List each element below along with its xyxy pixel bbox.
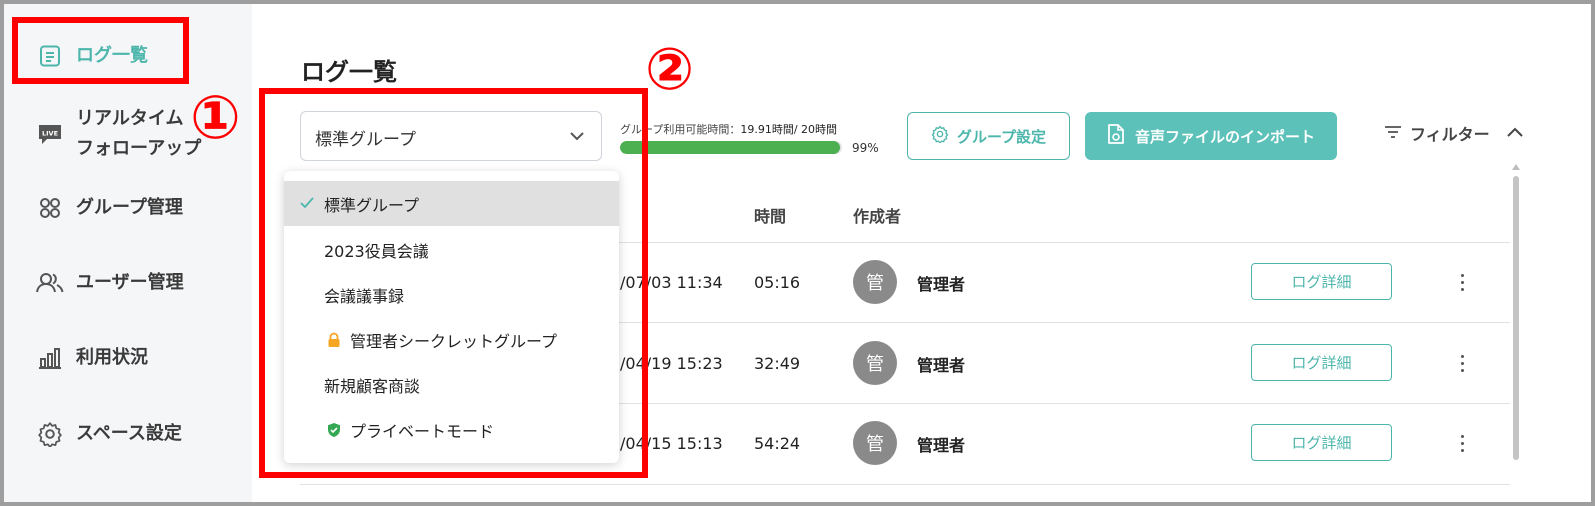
dropdown-item-meeting-minutes[interactable]: 会議議事録	[284, 272, 619, 317]
dropdown-item-standard-group[interactable]: 標準グループ	[284, 181, 619, 226]
row-author: 管理者	[917, 436, 966, 455]
sidebar-item-label: ユーザー管理	[76, 272, 184, 293]
dropdown-item-label: プライベートモード	[350, 421, 495, 441]
dropdown-item-label: 管理者シークレットグループ	[350, 331, 558, 351]
usage-progress-fill	[620, 141, 840, 154]
row-date: /04/19 15:23	[620, 354, 723, 373]
dropdown-item-private-mode[interactable]: プライベートモード	[284, 407, 619, 452]
filter-toggle[interactable]: フィルター	[1384, 120, 1524, 146]
scroll-up-icon	[1512, 164, 1520, 170]
users-icon	[36, 269, 64, 297]
svg-text:LIVE: LIVE	[42, 130, 58, 138]
usage-percent: 99%	[852, 141, 879, 155]
group-dropdown-menu: 標準グループ 2023役員会議 会議議事録 管理者シークレットグループ 新規顧客…	[284, 171, 619, 463]
sidebar-item-label: グループ管理	[76, 197, 183, 218]
sidebar-item-label: 利用状況	[76, 347, 148, 368]
filter-label: フィルター	[1410, 125, 1490, 144]
sidebar-item-user-management[interactable]: ユーザー管理	[4, 253, 252, 313]
grid-icon	[36, 194, 64, 222]
document-list-icon	[36, 42, 64, 70]
table-scrollbar[interactable]	[1512, 164, 1520, 464]
avatar: 管	[853, 260, 897, 304]
sidebar-item-label: スペース設定	[76, 423, 182, 444]
page-title: ログ一覧	[301, 58, 397, 86]
sidebar-item-label: ログ一覧	[76, 45, 148, 66]
check-icon	[300, 195, 314, 213]
row-date: /07/03 11:34	[620, 273, 723, 292]
chevron-up-icon	[1506, 124, 1524, 143]
dropdown-item-admin-secret-group[interactable]: 管理者シークレットグループ	[284, 317, 619, 362]
usage-value: 19.91時間/ 20時間	[740, 123, 838, 136]
gear-icon	[36, 420, 64, 448]
more-options-icon[interactable]	[1452, 428, 1472, 458]
import-audio-label: 音声ファイルのインポート	[1134, 127, 1315, 146]
row-time: 05:16	[754, 273, 801, 292]
group-select[interactable]: 標準グループ	[300, 111, 602, 161]
filter-icon	[1384, 124, 1402, 143]
row-time: 32:49	[754, 354, 801, 373]
import-audio-button[interactable]: 音声ファイルのインポート	[1085, 112, 1337, 160]
file-upload-icon	[1107, 124, 1125, 148]
sidebar-item-label: リアルタイム フォローアップ	[76, 108, 202, 159]
bar-chart-icon	[36, 344, 64, 372]
log-detail-button[interactable]: ログ詳細	[1251, 263, 1392, 300]
row-date: /04/15 15:13	[620, 434, 723, 453]
dropdown-item-label: 会議議事録	[324, 286, 405, 306]
sidebar-item-usage[interactable]: 利用状況	[4, 328, 252, 388]
sidebar: ログ一覧 LIVE リアルタイム フォローアップ グループ管理 ユーザー管理 利…	[4, 4, 252, 502]
dropdown-item-2023-board-meeting[interactable]: 2023役員会議	[284, 227, 619, 272]
usage-label: グループ利用可能時間：19.91時間/ 20時間	[620, 123, 838, 136]
dropdown-item-label: 2023役員会議	[324, 241, 429, 261]
chevron-down-icon	[567, 126, 587, 150]
shield-check-icon	[326, 422, 342, 438]
log-detail-button[interactable]: ログ詳細	[1251, 424, 1392, 461]
column-header-time: 時間	[754, 207, 787, 226]
sidebar-item-space-settings[interactable]: スペース設定	[4, 404, 252, 464]
live-icon: LIVE	[36, 120, 64, 148]
annotation-number-one: ①	[190, 83, 241, 153]
group-select-value: 標準グループ	[315, 130, 416, 150]
row-time: 54:24	[754, 434, 801, 453]
more-options-icon[interactable]	[1452, 348, 1472, 378]
avatar: 管	[853, 421, 897, 465]
lock-icon	[326, 332, 342, 348]
gear-icon	[931, 125, 949, 147]
group-settings-button[interactable]: グループ設定	[907, 112, 1070, 160]
sidebar-item-group-management[interactable]: グループ管理	[4, 178, 252, 238]
more-options-icon[interactable]	[1452, 267, 1472, 297]
column-header-author: 作成者	[853, 207, 902, 226]
row-author: 管理者	[917, 275, 966, 294]
avatar: 管	[853, 341, 897, 385]
log-detail-button[interactable]: ログ詳細	[1251, 344, 1392, 381]
scrollbar-thumb[interactable]	[1513, 176, 1519, 460]
row-divider	[300, 484, 1510, 485]
usage-progress-bar	[620, 141, 842, 154]
dropdown-item-new-client-meeting[interactable]: 新規顧客商談	[284, 362, 619, 407]
dropdown-item-label: 標準グループ	[324, 195, 420, 215]
sidebar-item-log-list[interactable]: ログ一覧	[4, 26, 252, 86]
group-settings-label: グループ設定	[956, 127, 1047, 146]
annotation-number-two: ②	[645, 35, 695, 103]
dropdown-item-label: 新規顧客商談	[324, 376, 421, 396]
row-author: 管理者	[917, 356, 966, 375]
